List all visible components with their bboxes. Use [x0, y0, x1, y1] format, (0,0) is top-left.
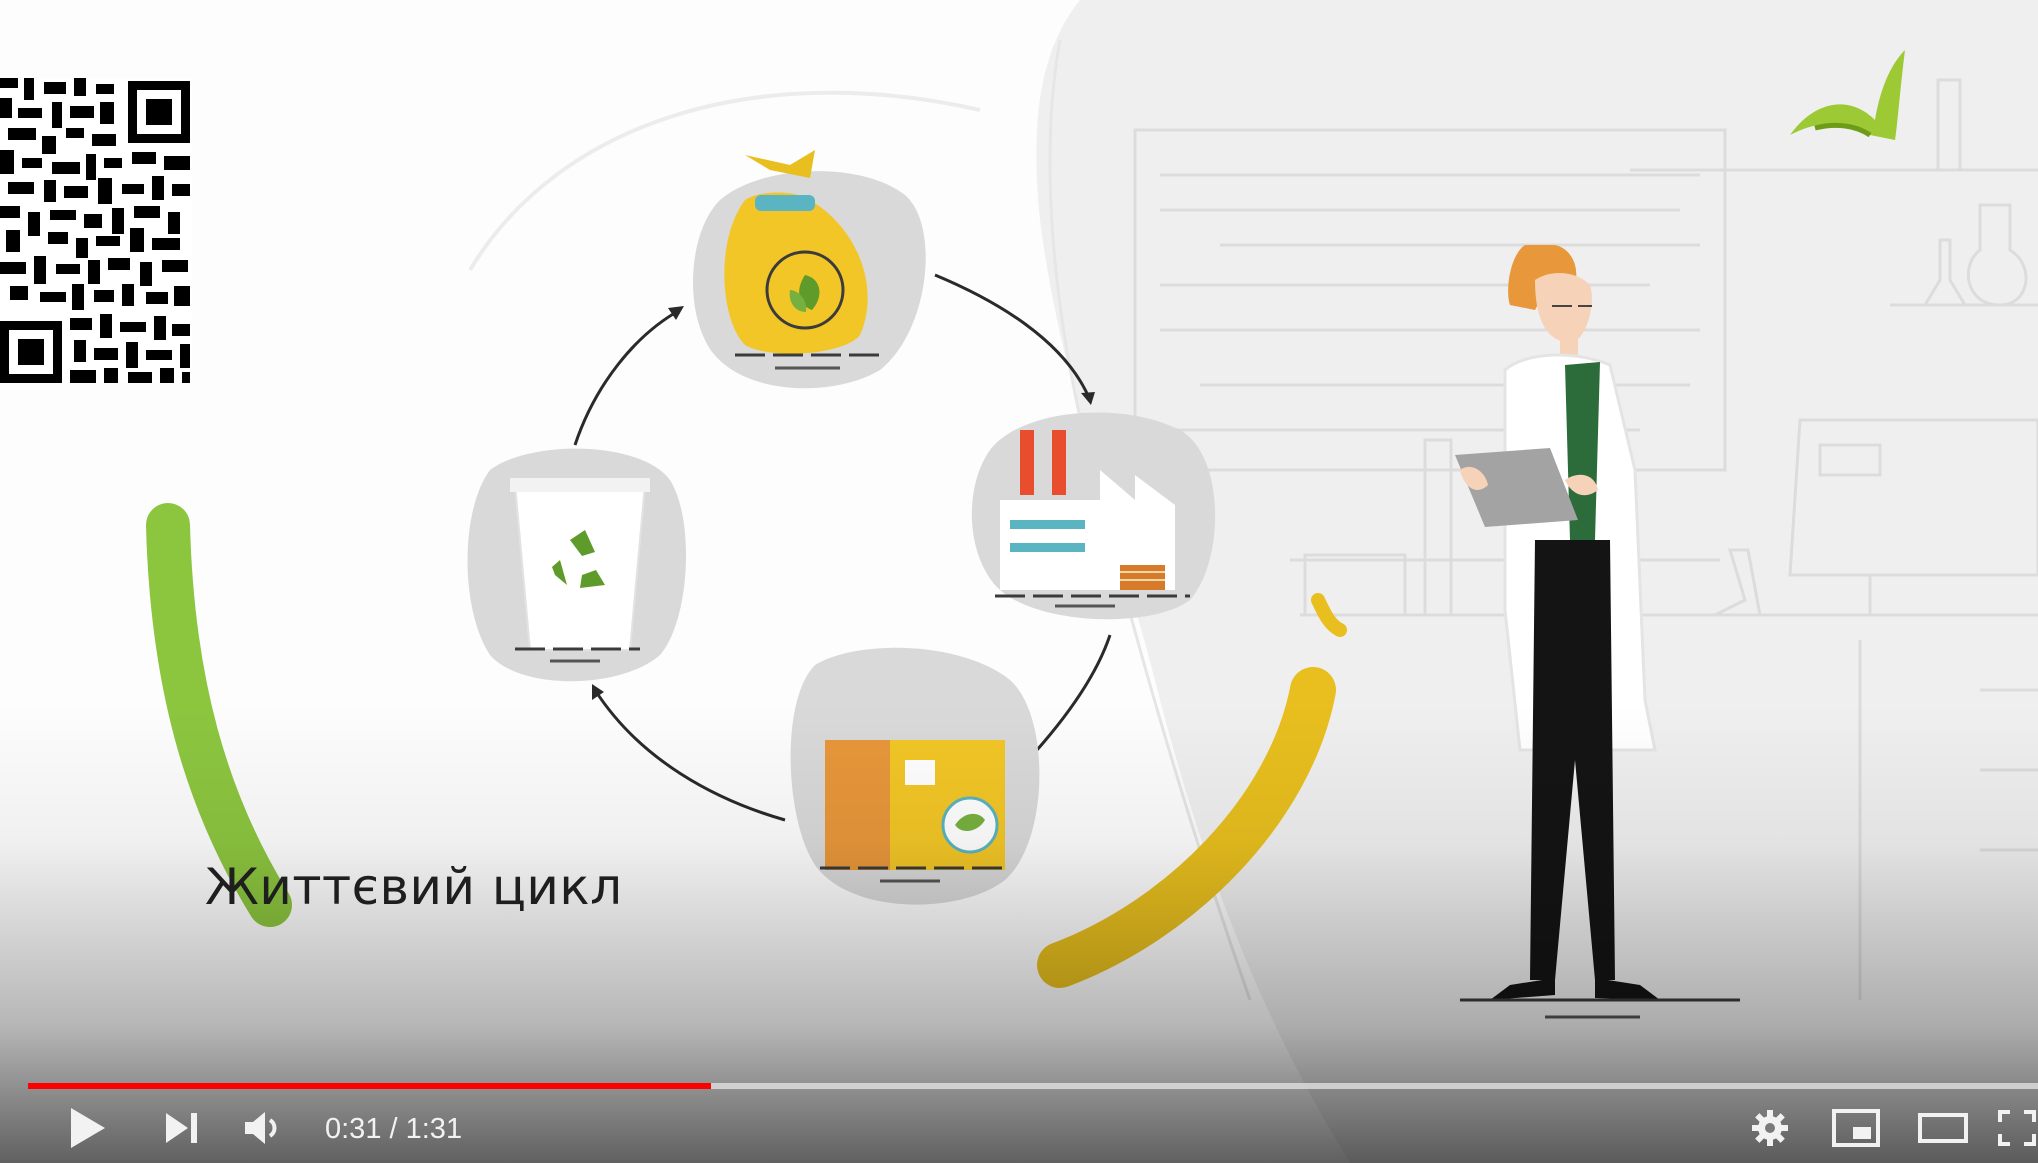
- qr-code: [0, 78, 192, 383]
- volume-icon: [245, 1112, 277, 1144]
- time-display: 0:31 / 1:31: [325, 1113, 462, 1146]
- current-time: 0:31: [325, 1113, 382, 1145]
- fullscreen-icon: [1998, 1110, 2036, 1146]
- miniplayer-icon: [1832, 1109, 1880, 1147]
- video-player[interactable]: Життєвий цикл 0:31 / 1:31: [0, 0, 2038, 1163]
- theater-icon: [1918, 1113, 1968, 1143]
- miniplayer-button[interactable]: [1826, 1103, 1886, 1153]
- play-icon: [71, 1108, 105, 1148]
- play-button[interactable]: [52, 1103, 122, 1153]
- volume-button[interactable]: [232, 1103, 296, 1153]
- time-separator: /: [381, 1113, 406, 1145]
- progress-played: [28, 1083, 711, 1089]
- settings-button[interactable]: [1742, 1103, 1798, 1153]
- next-icon: [166, 1113, 197, 1143]
- theater-mode-button[interactable]: [1912, 1103, 1974, 1153]
- video-caption: Життєвий цикл: [205, 858, 623, 916]
- duration: 1:31: [405, 1113, 463, 1145]
- next-button[interactable]: [152, 1103, 212, 1153]
- control-bar: 0:31 / 1:31: [0, 1095, 2038, 1163]
- video-frame: [146, 0, 2038, 1163]
- gear-icon: [1752, 1110, 1788, 1146]
- fullscreen-button[interactable]: [1996, 1103, 2038, 1153]
- progress-bar[interactable]: [28, 1078, 2038, 1092]
